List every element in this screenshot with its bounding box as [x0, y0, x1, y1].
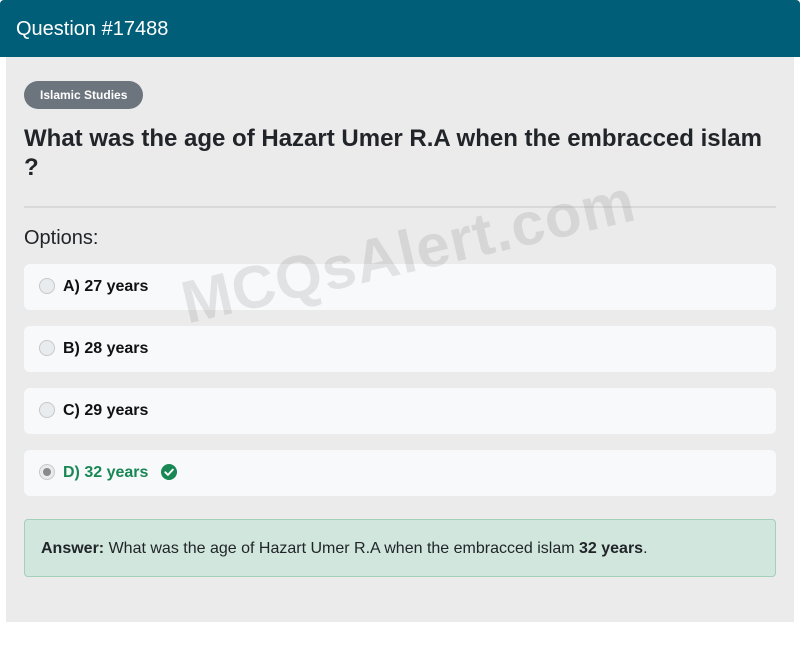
option-d[interactable]: D) 32 years — [24, 450, 776, 496]
option-a[interactable]: A) 27 years — [24, 264, 776, 310]
divider — [24, 206, 776, 208]
option-c[interactable]: C) 29 years — [24, 388, 776, 434]
card-edge-right — [794, 57, 800, 622]
answer-statement: What was the age of Hazart Umer R.A when… — [108, 540, 575, 557]
answer-suffix: . — [643, 540, 648, 557]
option-label: C) 29 years — [63, 402, 149, 419]
option-label: B) 28 years — [63, 340, 149, 357]
category-badge[interactable]: Islamic Studies — [24, 81, 144, 109]
question-number-title: Question #17488 — [16, 18, 169, 40]
check-circle-icon — [161, 464, 177, 480]
radio-button[interactable] — [39, 278, 55, 294]
card-header: Question #17488 — [0, 0, 800, 57]
radio-button[interactable] — [39, 402, 55, 418]
question-text: What was the age of Hazart Umer R.A when… — [24, 125, 762, 181]
answer-value: 32 years — [579, 540, 644, 557]
radio-button-selected[interactable] — [39, 464, 55, 480]
answer-text: Answer: What was the age of Hazart Umer … — [41, 540, 648, 558]
option-label: D) 32 years — [63, 464, 149, 481]
option-b[interactable]: B) 28 years — [24, 326, 776, 372]
answer-box: Answer: What was the age of Hazart Umer … — [24, 519, 776, 577]
options-heading: Options: — [24, 227, 99, 249]
option-label: A) 27 years — [63, 278, 149, 295]
answer-prefix: Answer: — [41, 540, 105, 557]
radio-button[interactable] — [39, 340, 55, 356]
